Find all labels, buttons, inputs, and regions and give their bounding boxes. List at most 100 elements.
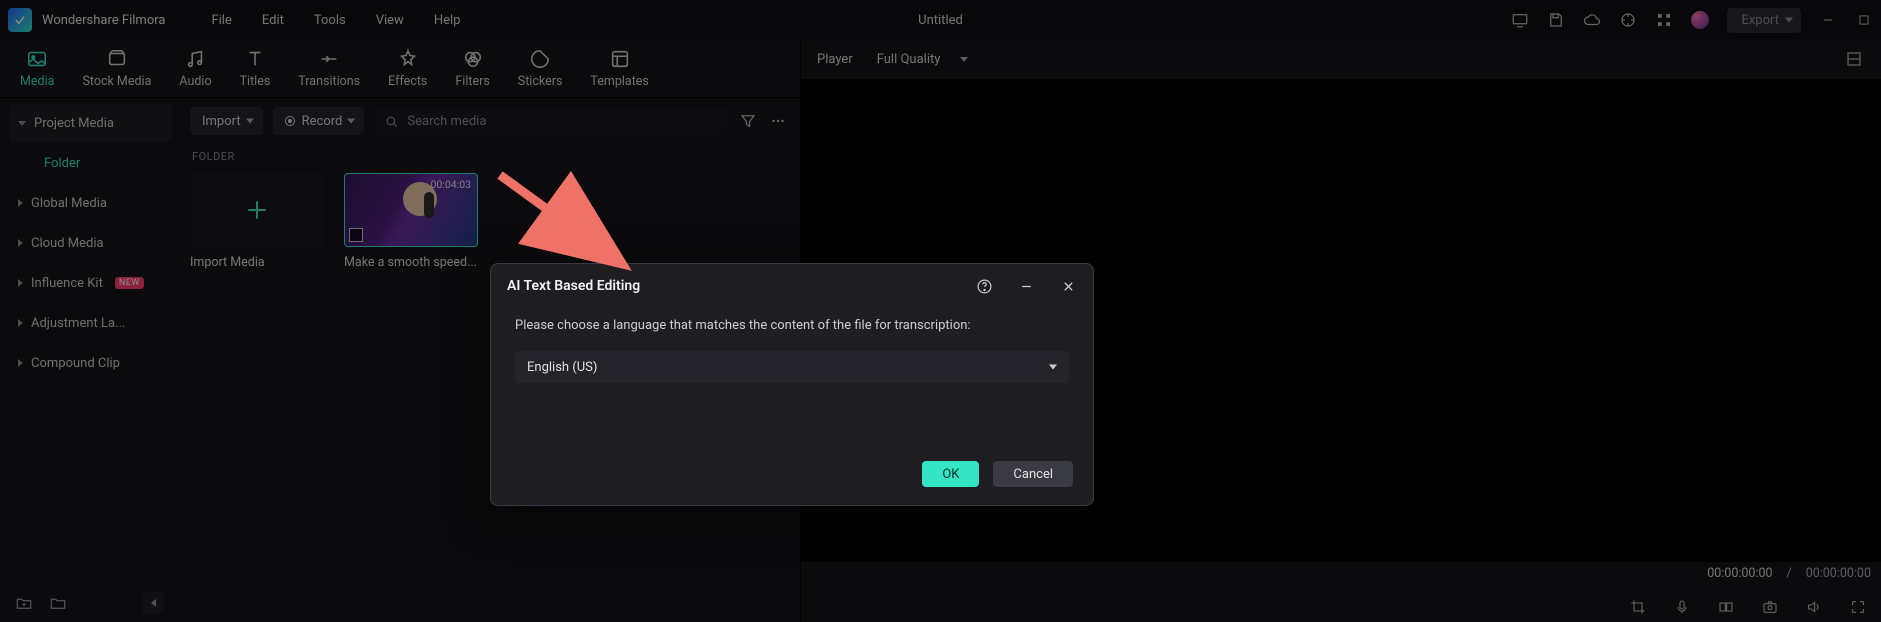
tab-effects[interactable]: Effects: [388, 40, 427, 97]
sidebar-item-influence-kit[interactable]: Influence Kit NEW: [10, 264, 172, 302]
sidebar-label: Cloud Media: [31, 236, 104, 251]
templates-icon: [609, 48, 631, 70]
caret-right-icon: [18, 279, 23, 287]
sidebar-label: Adjustment La...: [31, 316, 125, 331]
more-icon[interactable]: [768, 111, 788, 131]
caret-right-icon: [18, 359, 23, 367]
menu-tools[interactable]: Tools: [314, 13, 346, 28]
support-icon[interactable]: [1619, 11, 1637, 29]
caret-right-icon: [18, 199, 23, 207]
tab-filters[interactable]: Filters: [455, 40, 489, 97]
caret-right-icon: [18, 239, 23, 247]
new-folder-icon[interactable]: [14, 593, 34, 613]
player-settings-icon[interactable]: [1845, 50, 1865, 70]
maximize-icon[interactable]: [1855, 11, 1873, 29]
clip-duration: 00:04:03: [431, 178, 472, 191]
quality-dropdown[interactable]: Full Quality: [877, 52, 969, 67]
tab-stock-media[interactable]: Stock Media: [82, 40, 151, 97]
record-dropdown[interactable]: Record: [273, 107, 365, 135]
snapshot-icon[interactable]: [1761, 598, 1779, 616]
tab-templates[interactable]: Templates: [590, 40, 648, 97]
close-dialog-icon[interactable]: [1059, 277, 1077, 295]
sidebar-item-project-media[interactable]: Project Media: [10, 104, 172, 142]
sidebar-item-adjustment-layer[interactable]: Adjustment La...: [10, 304, 172, 342]
export-button[interactable]: Export: [1727, 8, 1801, 33]
search-input[interactable]: Search media: [374, 107, 728, 135]
tab-audio[interactable]: Audio: [179, 40, 211, 97]
ok-button[interactable]: OK: [922, 461, 979, 487]
crop-icon[interactable]: [1629, 598, 1647, 616]
new-bin-icon[interactable]: [48, 593, 68, 613]
app-logo-icon: [8, 8, 32, 32]
save-icon[interactable]: [1547, 11, 1565, 29]
audio-icon: [184, 48, 206, 70]
caret-right-icon: [18, 319, 23, 327]
filter-icon[interactable]: [738, 111, 758, 131]
sidebar-label: Global Media: [31, 196, 107, 211]
clip-thumbnail: 00:04:03: [344, 173, 478, 247]
stickers-icon: [529, 48, 551, 70]
help-icon[interactable]: [975, 277, 993, 295]
tab-media-label: Media: [20, 74, 54, 89]
quality-label: Full Quality: [877, 52, 941, 67]
voice-icon[interactable]: [1673, 598, 1691, 616]
import-media-card[interactable]: Import Media: [190, 173, 324, 270]
dialog-title: AI Text Based Editing: [507, 278, 640, 294]
main-menu: File Edit Tools View Help: [211, 13, 460, 28]
fullscreen-icon[interactable]: [1849, 598, 1867, 616]
tab-filters-label: Filters: [455, 74, 489, 89]
language-value: English (US): [527, 360, 597, 375]
category-tabs: Media Stock Media Audio Titles Transitio…: [0, 40, 800, 98]
time-separator: /: [1787, 566, 1792, 581]
media-sidebar: Project Media Folder Global Media Cloud …: [0, 98, 178, 622]
player-label: Player: [817, 52, 853, 67]
tab-stickers-label: Stickers: [518, 74, 563, 89]
tab-stickers[interactable]: Stickers: [518, 40, 563, 97]
menu-view[interactable]: View: [376, 13, 404, 28]
new-badge: NEW: [115, 277, 144, 289]
menu-edit[interactable]: Edit: [262, 13, 284, 28]
sidebar-item-compound-clip[interactable]: Compound Clip: [10, 344, 172, 382]
record-label: Record: [302, 114, 343, 129]
tab-media[interactable]: Media: [20, 40, 54, 97]
cloud-icon[interactable]: [1583, 11, 1601, 29]
document-title: Untitled: [918, 13, 963, 28]
media-icon: [26, 48, 48, 70]
cancel-button[interactable]: Cancel: [993, 461, 1073, 487]
collapse-sidebar-button[interactable]: [142, 592, 164, 614]
tab-audio-label: Audio: [179, 74, 211, 89]
sidebar-item-cloud-media[interactable]: Cloud Media: [10, 224, 172, 262]
minimize-dialog-icon[interactable]: [1017, 277, 1035, 295]
section-label: FOLDER: [192, 150, 788, 163]
volume-icon[interactable]: [1805, 598, 1823, 616]
tab-titles-label: Titles: [240, 74, 271, 89]
stock-media-icon: [106, 48, 128, 70]
media-clip-card[interactable]: 00:04:03 Make a smooth speed...: [344, 173, 478, 270]
search-icon: [384, 114, 399, 129]
screen-icon[interactable]: [1511, 11, 1529, 29]
plus-icon: [190, 173, 324, 247]
sidebar-item-folder[interactable]: Folder: [10, 144, 172, 182]
menu-file[interactable]: File: [211, 13, 231, 28]
tab-titles[interactable]: Titles: [240, 40, 271, 97]
dialog-message: Please choose a language that matches th…: [515, 318, 1069, 333]
language-select[interactable]: English (US): [515, 351, 1069, 383]
sidebar-label: Project Media: [34, 116, 114, 131]
search-placeholder: Search media: [407, 114, 486, 129]
apps-icon[interactable]: [1655, 11, 1673, 29]
compare-icon[interactable]: [1717, 598, 1735, 616]
time-current: 00:00:00:00: [1707, 566, 1772, 581]
tab-transitions[interactable]: Transitions: [298, 40, 360, 97]
import-dropdown[interactable]: Import: [190, 107, 263, 135]
user-avatar[interactable]: [1691, 11, 1709, 29]
titles-icon: [244, 48, 266, 70]
card-label: Make a smooth speed...: [344, 255, 478, 270]
tab-stock-media-label: Stock Media: [82, 74, 151, 89]
record-icon: [285, 116, 295, 126]
sidebar-item-global-media[interactable]: Global Media: [10, 184, 172, 222]
effects-icon: [397, 48, 419, 70]
sidebar-label: Compound Clip: [31, 356, 120, 371]
minimize-icon[interactable]: [1819, 11, 1837, 29]
menu-help[interactable]: Help: [434, 13, 461, 28]
tab-transitions-label: Transitions: [298, 74, 360, 89]
